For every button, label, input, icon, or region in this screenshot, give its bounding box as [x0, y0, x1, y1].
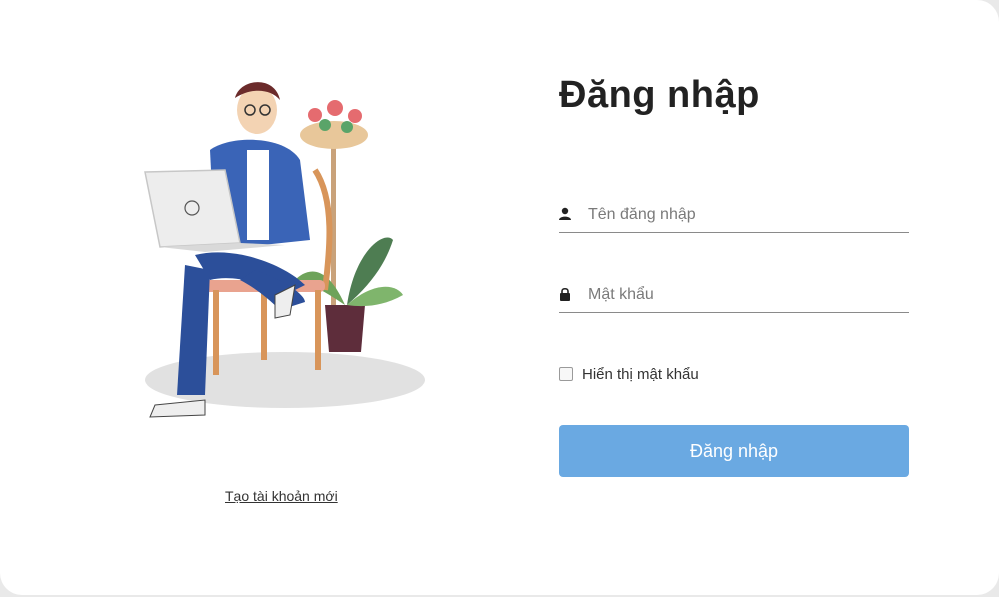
password-input[interactable] — [588, 278, 906, 311]
show-password-checkbox[interactable] — [559, 367, 573, 381]
login-card: Tạo tài khoản mới Đăng nhập Hiển thị mật… — [0, 0, 999, 595]
password-field[interactable] — [559, 278, 909, 313]
login-button[interactable]: Đăng nhập — [559, 425, 909, 477]
page-title: Đăng nhập — [559, 74, 760, 116]
create-account-link[interactable]: Tạo tài khoản mới — [225, 488, 338, 504]
man-with-laptop-illustration — [144, 82, 425, 418]
show-password-label: Hiển thị mật khẩu — [582, 366, 699, 383]
user-icon — [559, 207, 571, 220]
lock-icon — [560, 287, 570, 301]
username-input[interactable] — [588, 198, 906, 231]
username-field[interactable] — [559, 198, 909, 233]
